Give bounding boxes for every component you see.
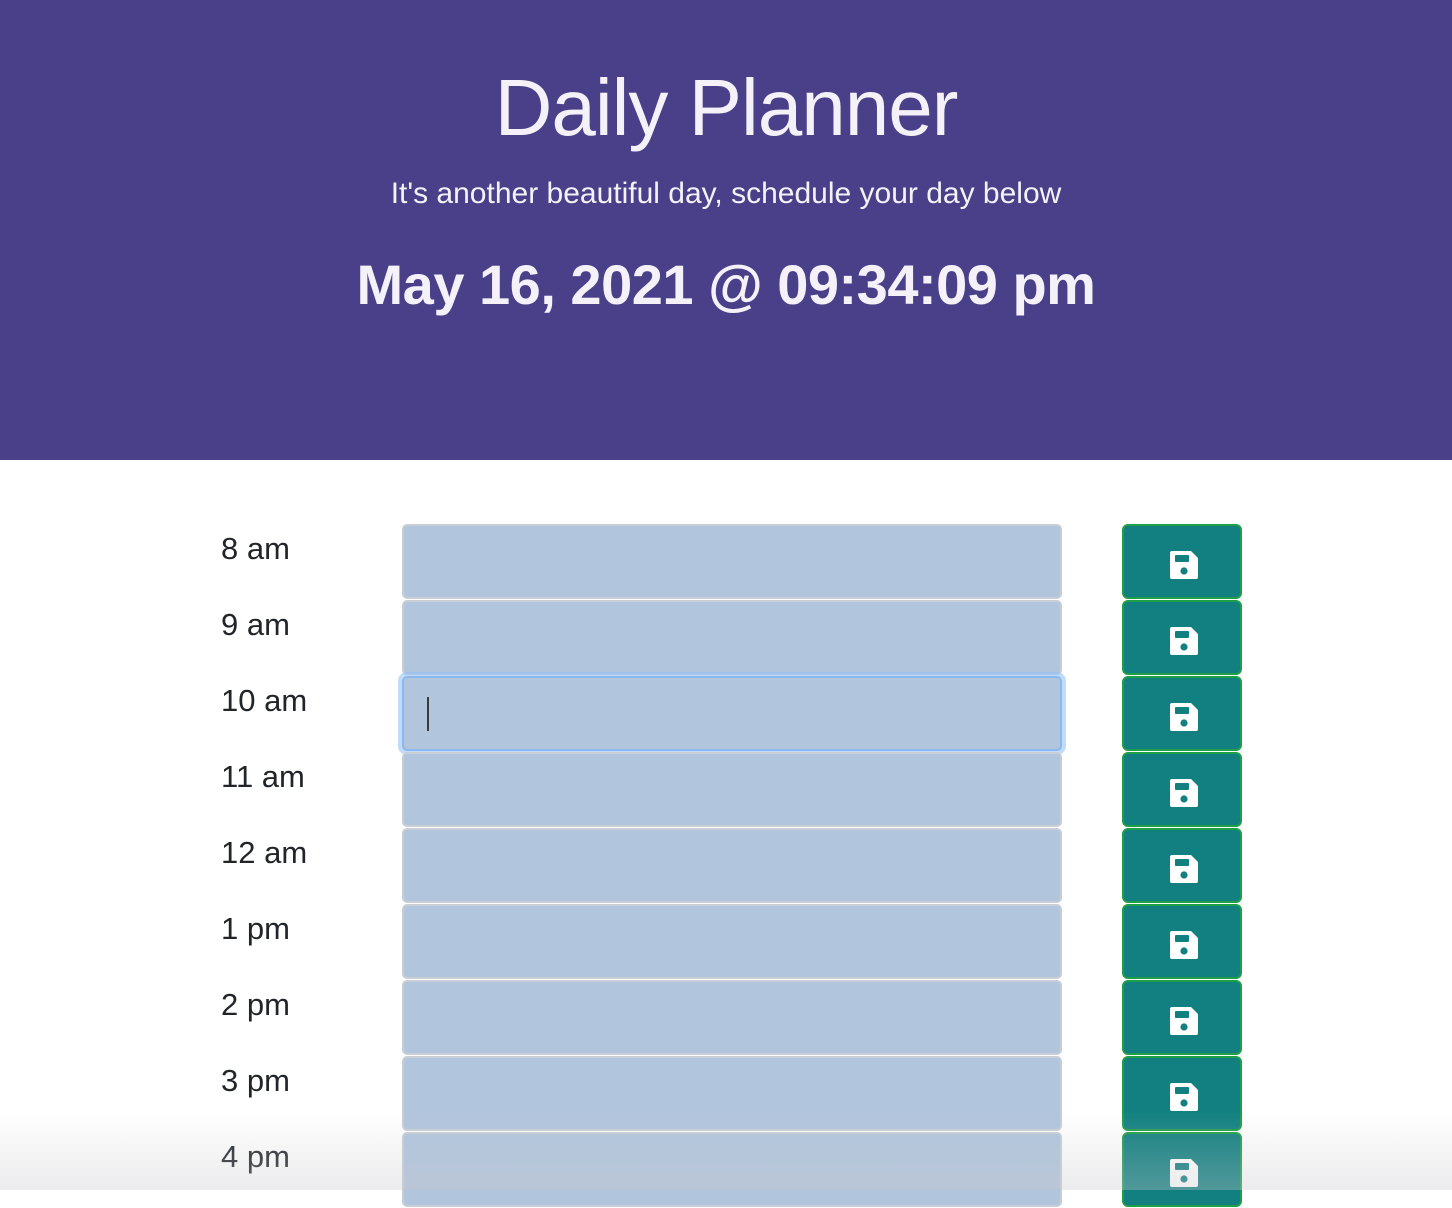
time-block-row: 11 am <box>0 752 1452 828</box>
text-cursor <box>427 697 429 731</box>
hour-label: 8 am <box>221 531 290 566</box>
save-button[interactable] <box>1122 828 1242 903</box>
save-button[interactable] <box>1122 600 1242 675</box>
hour-label: 1 pm <box>221 911 290 946</box>
floppy-disk-icon <box>1170 855 1198 883</box>
hour-label: 10 am <box>221 683 308 718</box>
floppy-disk-icon <box>1170 931 1198 959</box>
time-block-row: 10 am <box>0 676 1452 752</box>
time-block-row: 4 pm <box>0 1132 1452 1208</box>
floppy-disk-icon <box>1170 1007 1198 1035</box>
save-button[interactable] <box>1122 1056 1242 1131</box>
floppy-disk-icon <box>1170 1159 1198 1187</box>
floppy-disk-icon <box>1170 1083 1198 1111</box>
save-button[interactable] <box>1122 676 1242 751</box>
task-input[interactable] <box>402 600 1062 675</box>
floppy-disk-icon <box>1170 627 1198 655</box>
time-block-row: 3 pm <box>0 1056 1452 1132</box>
hour-label: 12 am <box>221 835 308 870</box>
save-button[interactable] <box>1122 524 1242 599</box>
save-button[interactable] <box>1122 752 1242 827</box>
time-block-row: 8 am <box>0 524 1452 600</box>
time-block-row: 12 am <box>0 828 1452 904</box>
save-button[interactable] <box>1122 904 1242 979</box>
hour-label: 2 pm <box>221 987 290 1022</box>
save-button[interactable] <box>1122 1132 1242 1207</box>
time-block-row: 1 pm <box>0 904 1452 980</box>
floppy-disk-icon <box>1170 551 1198 579</box>
time-block-row: 2 pm <box>0 980 1452 1056</box>
task-input[interactable] <box>402 524 1062 599</box>
task-input[interactable] <box>402 980 1062 1055</box>
task-input[interactable] <box>402 1132 1062 1207</box>
task-input[interactable] <box>402 1056 1062 1131</box>
planner: 8 am 9 am 10 am 11 am 12 am 1 pm 2 pm 3 … <box>0 0 1452 1207</box>
save-button[interactable] <box>1122 980 1242 1055</box>
hour-label: 9 am <box>221 607 290 642</box>
hour-label: 4 pm <box>221 1139 290 1174</box>
task-input[interactable] <box>402 752 1062 827</box>
task-input[interactable] <box>402 828 1062 903</box>
floppy-disk-icon <box>1170 779 1198 807</box>
task-input-focused[interactable] <box>402 676 1062 751</box>
floppy-disk-icon <box>1170 703 1198 731</box>
hour-label: 11 am <box>221 759 305 794</box>
task-input[interactable] <box>402 904 1062 979</box>
hour-label: 3 pm <box>221 1063 290 1098</box>
time-block-row: 9 am <box>0 600 1452 676</box>
